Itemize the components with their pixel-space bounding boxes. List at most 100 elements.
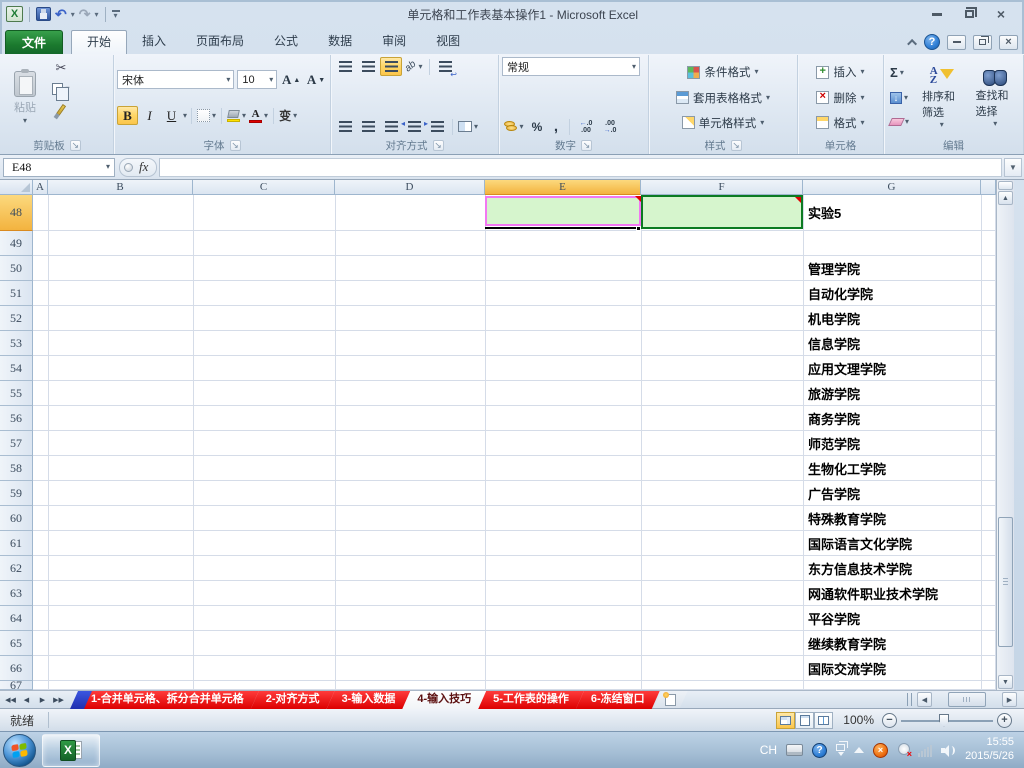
page-break-view-button[interactable] (814, 711, 834, 729)
last-sheet-icon[interactable]: ▶▶ (51, 692, 66, 707)
fill-handle[interactable] (636, 226, 641, 231)
row-cells[interactable]: 实验5 (33, 195, 996, 231)
paste-button[interactable]: 粘贴 ▾ (4, 57, 46, 138)
autosum-button[interactable]: Σ ▾ (887, 64, 913, 82)
customize-qat-icon[interactable]: ▾ (111, 10, 120, 20)
row-cells[interactable]: 信息学院 (33, 331, 996, 356)
tray-help-icon[interactable]: ? (812, 742, 828, 758)
collapse-ribbon-icon[interactable] (907, 38, 918, 49)
cell-G54[interactable]: 应用文理学院 (803, 356, 981, 380)
clock[interactable]: 15:55 2015/5/26 (965, 736, 1014, 764)
page-layout-view-button[interactable] (795, 711, 815, 729)
row-cells[interactable]: 师范学院 (33, 431, 996, 456)
vertical-scroll-thumb[interactable] (998, 517, 1013, 647)
zoom-slider-thumb[interactable] (939, 713, 949, 727)
row-cells[interactable]: 特殊教育学院 (33, 506, 996, 531)
row-cells[interactable]: 生物化工学院 (33, 456, 996, 481)
cell-G48[interactable]: 实验5 (803, 195, 981, 230)
cell-G57[interactable]: 师范学院 (803, 431, 981, 455)
dialog-launcher-icon[interactable]: ↘ (730, 139, 742, 151)
row-header-58[interactable]: 58 (0, 456, 33, 481)
row-cells[interactable]: 自动化学院 (33, 281, 996, 306)
row-header-57[interactable]: 57 (0, 431, 33, 456)
row-cells[interactable]: 商务学院 (33, 406, 996, 431)
cell-styles-button[interactable]: 单元格样式 ▾ (652, 113, 794, 133)
row-header-66[interactable]: 66 (0, 656, 33, 681)
middle-align-button[interactable] (357, 57, 379, 76)
row-header-53[interactable]: 53 (0, 331, 33, 356)
dialog-launcher-icon[interactable]: ↘ (69, 139, 81, 151)
select-all-corner[interactable] (0, 180, 33, 195)
cell-G60[interactable]: 特殊教育学院 (803, 506, 981, 530)
split-box[interactable] (998, 181, 1013, 190)
column-header-partial[interactable] (981, 180, 996, 195)
horizontal-scrollbar[interactable]: ◀ ▶ (907, 691, 1024, 708)
dialog-launcher-icon[interactable]: ↘ (229, 139, 241, 151)
workbook-close-button[interactable]: × (999, 34, 1018, 50)
find-select-button[interactable]: 查找和选择 ▾ (971, 57, 1021, 138)
font-color-button[interactable]: A ▾ (248, 108, 269, 124)
top-align-button[interactable] (334, 57, 356, 76)
row-header-55[interactable]: 55 (0, 381, 33, 406)
tab-split-handle[interactable] (907, 693, 912, 706)
tab-开始[interactable]: 开始 (71, 30, 128, 54)
formula-input[interactable] (159, 157, 1002, 177)
row-cells[interactable] (33, 231, 996, 256)
row-header-49[interactable]: 49 (0, 231, 33, 256)
dialog-launcher-icon[interactable]: ↘ (581, 139, 592, 151)
column-header-B[interactable]: B (48, 180, 193, 195)
language-indicator[interactable]: CH (760, 743, 777, 757)
workbook-minimize-button[interactable] (947, 34, 966, 50)
expand-formula-bar-icon[interactable]: ▼ (1004, 157, 1022, 177)
undo-icon[interactable]: ↶ (55, 7, 67, 21)
row-header-59[interactable]: 59 (0, 481, 33, 506)
column-header-G[interactable]: G (803, 180, 981, 195)
merge-center-button[interactable]: ▾ (457, 117, 479, 136)
row-header-65[interactable]: 65 (0, 631, 33, 656)
insert-cells-button[interactable]: 插入▾ (801, 62, 880, 82)
shrink-font-button[interactable]: A ▼ (305, 71, 327, 89)
row-cells[interactable]: 网通软件职业技术学院 (33, 581, 996, 606)
row-cells[interactable]: 平谷学院 (33, 606, 996, 631)
scroll-down-icon[interactable]: ▼ (998, 675, 1013, 689)
restore-button[interactable] (958, 6, 980, 22)
cell-G52[interactable]: 机电学院 (803, 306, 981, 330)
cell-G61[interactable]: 国际语言文化学院 (803, 531, 981, 555)
show-hidden-icons[interactable] (854, 747, 865, 753)
first-sheet-icon[interactable]: ◀◀ (3, 692, 18, 707)
redo-dropdown-icon[interactable]: ▾ (94, 10, 98, 19)
borders-button[interactable]: ▾ (196, 108, 217, 123)
copy-button[interactable]: ▾ (50, 80, 72, 101)
increase-decimal-button[interactable]: ←.0.00 (575, 117, 597, 136)
row-header-51[interactable]: 51 (0, 281, 33, 306)
row-header-48[interactable]: 48 (0, 195, 33, 231)
decrease-indent-button[interactable]: ◂ (401, 117, 425, 136)
zoom-out-button[interactable]: − (882, 712, 897, 728)
next-sheet-icon[interactable]: ▶ (35, 692, 50, 707)
align-center-button[interactable] (357, 117, 379, 136)
row-cells[interactable]: 管理学院 (33, 256, 996, 281)
row-cells[interactable]: 东方信息技术学院 (33, 556, 996, 581)
row-cells[interactable]: 继续教育学院 (33, 631, 996, 656)
fill-color-button[interactable]: ▾ (226, 109, 247, 123)
row-cells[interactable]: 旅游学院 (33, 381, 996, 406)
fill-button[interactable]: ↓ ▾ (887, 89, 913, 107)
decrease-decimal-button[interactable]: .00 →.0 (599, 117, 621, 136)
undo-dropdown-icon[interactable]: ▾ (71, 10, 75, 19)
bottom-align-button[interactable] (380, 57, 402, 76)
sheet-tab-4-输入技巧[interactable]: 4-输入技巧 (402, 691, 486, 709)
row-cells[interactable]: 机电学院 (33, 306, 996, 331)
format-as-table-button[interactable]: 套用表格格式 ▾ (652, 88, 794, 108)
row-cells[interactable]: 广告学院 (33, 481, 996, 506)
row-header-60[interactable]: 60 (0, 506, 33, 531)
column-header-A[interactable]: A (33, 180, 48, 195)
window-switch-icon[interactable] (836, 741, 849, 756)
grow-font-button[interactable]: A ▲ (280, 71, 302, 89)
tab-页面布局[interactable]: 页面布局 (181, 30, 259, 54)
format-cells-button[interactable]: 格式 ▾ (801, 113, 880, 133)
font-name-combo[interactable]: 宋体 ▾ (117, 70, 235, 89)
font-size-combo[interactable]: 10 ▾ (237, 70, 278, 89)
row-cells[interactable] (33, 681, 996, 690)
increase-indent-button[interactable]: ▸ (424, 117, 448, 136)
cell-G67[interactable] (803, 681, 981, 689)
